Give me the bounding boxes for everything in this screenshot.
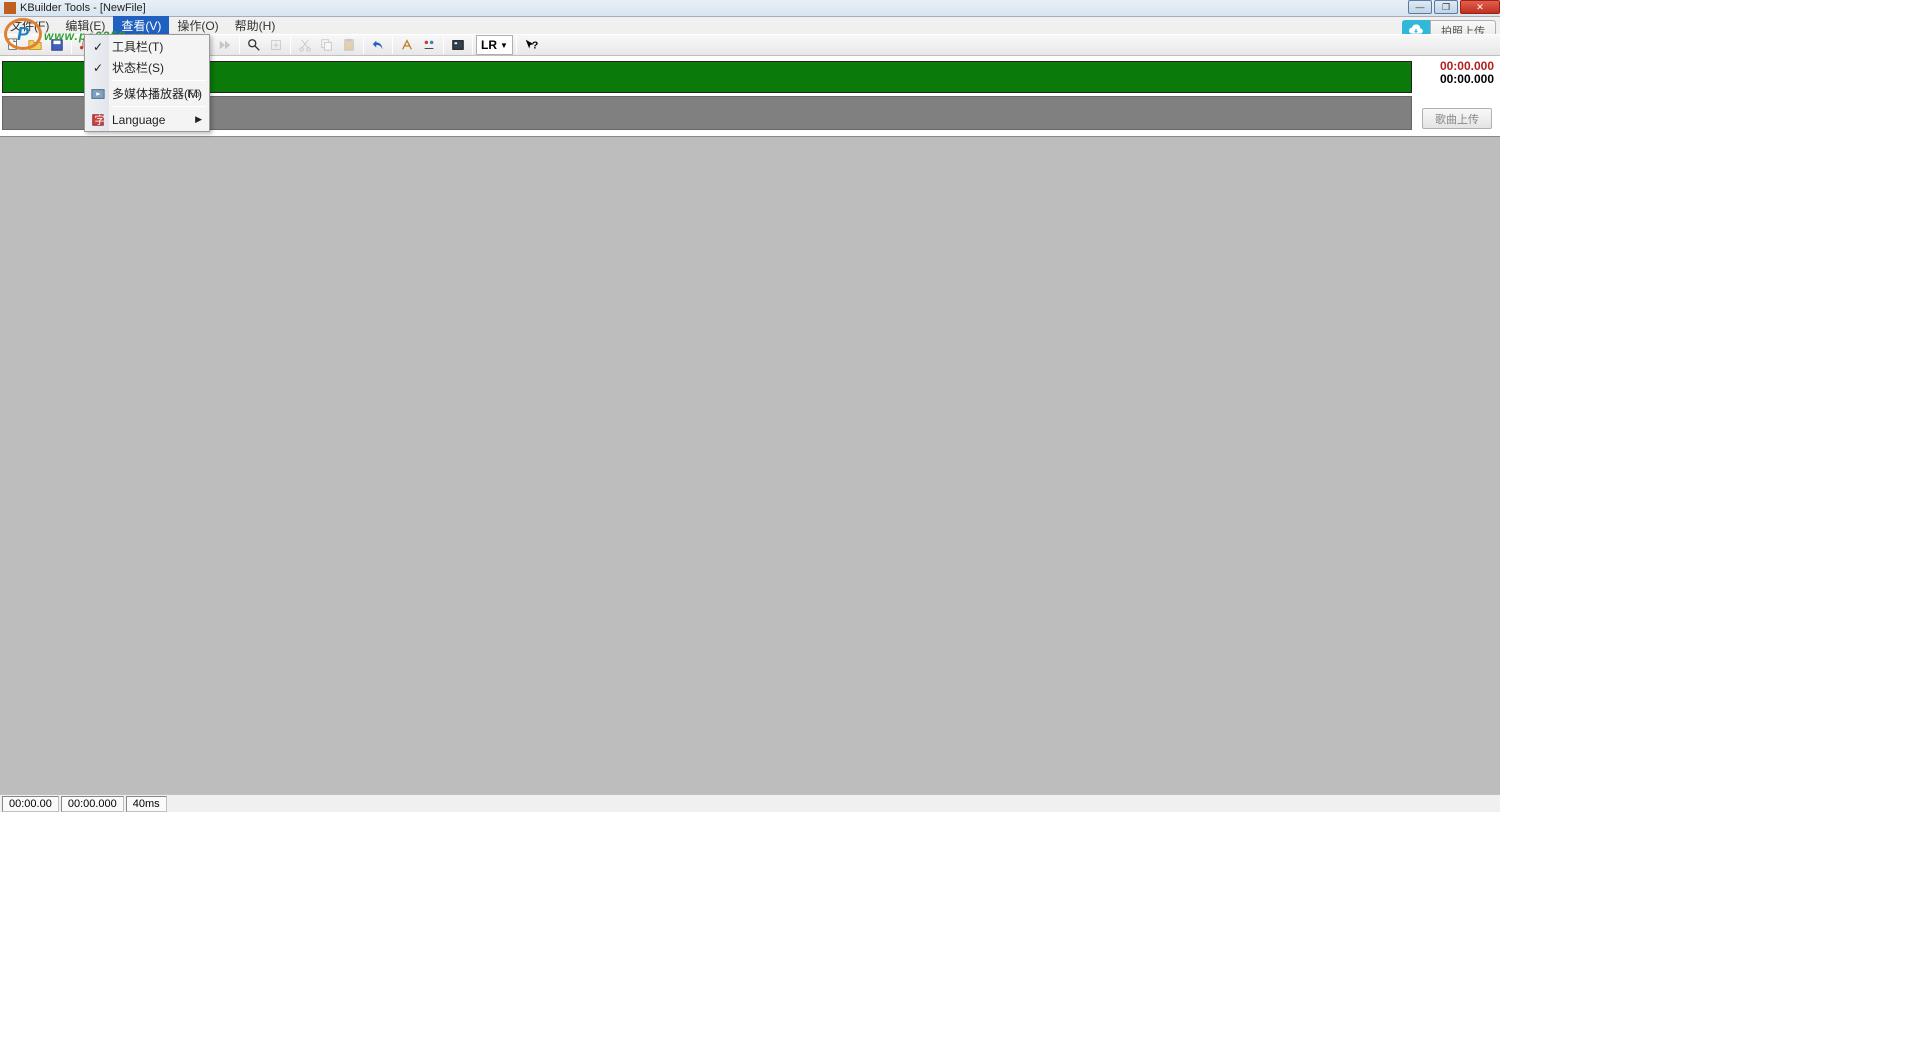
menu-help[interactable]: 帮助(H) xyxy=(227,16,284,35)
check-icon: ✓ xyxy=(90,39,106,55)
shortcut-label: F5 xyxy=(187,88,200,100)
menu-file[interactable]: 文件(F) xyxy=(2,16,57,35)
menu-item-statusbar[interactable]: ✓ 状态栏(S) xyxy=(86,57,208,78)
restore-button[interactable]: ❐ xyxy=(1434,0,1458,14)
tool-a-button[interactable] xyxy=(396,35,418,55)
menu-separator xyxy=(112,106,206,107)
menu-item-mediaplayer[interactable]: 多媒体播放器(M) F5 xyxy=(86,83,208,104)
save-button[interactable] xyxy=(46,35,68,55)
status-cell-time2: 00:00.000 xyxy=(61,796,124,812)
find-button[interactable] xyxy=(243,35,265,55)
help-pointer-button[interactable]: ? xyxy=(520,35,542,55)
tool-c-button[interactable] xyxy=(447,35,469,55)
time-total: 00:00.000 xyxy=(1440,73,1494,86)
copy-button xyxy=(316,35,338,55)
new-file-button[interactable] xyxy=(2,35,24,55)
open-file-button[interactable] xyxy=(24,35,46,55)
status-bar: 00:00.00 00:00.000 40ms xyxy=(0,794,1500,812)
main-canvas[interactable] xyxy=(0,136,1500,794)
menu-bar: 文件(F) 编辑(E) 查看(V) 操作(O) 帮助(H) xyxy=(0,17,1500,34)
status-cell-time1: 00:00.00 xyxy=(2,796,59,812)
track-area: 00:00.000 00:00.000 歌曲上传 xyxy=(0,56,1500,136)
svg-text:?: ? xyxy=(532,40,538,52)
media-player-icon xyxy=(90,86,106,102)
menu-item-language[interactable]: 字 Language ▶ xyxy=(86,109,208,130)
forward-button xyxy=(214,35,236,55)
minimize-button[interactable]: — xyxy=(1408,0,1432,14)
toolbar: LR▼ ? xyxy=(0,34,1500,56)
window-title: KBuilder Tools - [NewFile] xyxy=(20,2,146,14)
track-lane-2[interactable] xyxy=(2,96,1412,130)
menu-operate[interactable]: 操作(O) xyxy=(169,16,226,35)
paste-button xyxy=(338,35,360,55)
close-button[interactable]: ✕ xyxy=(1460,0,1500,14)
title-bar: KBuilder Tools - [NewFile] — ❐ ✕ xyxy=(0,0,1500,17)
menu-separator xyxy=(112,80,206,81)
track-lane-1[interactable] xyxy=(2,61,1412,93)
chevron-down-icon: ▼ xyxy=(500,41,508,50)
cut-button xyxy=(294,35,316,55)
window-controls: — ❐ ✕ xyxy=(1406,0,1500,16)
lr-selector[interactable]: LR▼ xyxy=(476,35,513,55)
menu-item-toolbar[interactable]: ✓ 工具栏(T) xyxy=(86,36,208,57)
time-display: 00:00.000 00:00.000 xyxy=(1440,60,1494,86)
undo-button[interactable] xyxy=(367,35,389,55)
check-icon: ✓ xyxy=(90,60,106,76)
song-upload-button[interactable]: 歌曲上传 xyxy=(1422,108,1492,129)
svg-text:字: 字 xyxy=(95,113,106,126)
menu-edit[interactable]: 编辑(E) xyxy=(57,16,113,35)
app-icon xyxy=(4,2,16,14)
goto-button xyxy=(265,35,287,55)
status-cell-ms: 40ms xyxy=(126,796,167,812)
menu-view[interactable]: 查看(V) xyxy=(113,16,169,35)
tool-b-button[interactable] xyxy=(418,35,440,55)
view-dropdown-menu: ✓ 工具栏(T) ✓ 状态栏(S) 多媒体播放器(M) F5 字 Languag… xyxy=(84,34,210,132)
submenu-arrow-icon: ▶ xyxy=(195,114,202,125)
language-icon: 字 xyxy=(90,112,106,128)
